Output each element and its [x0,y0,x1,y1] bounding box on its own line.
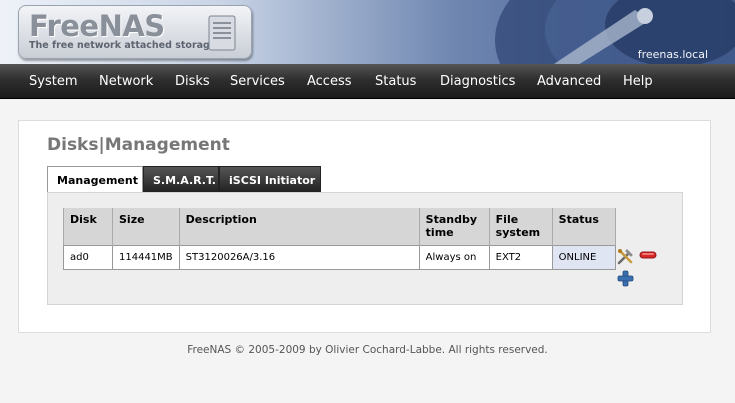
nav-diagnostics[interactable]: Diagnostics [440,74,515,89]
cell-filesystem: EXT2 [488,244,553,270]
nav-disks[interactable]: Disks [175,74,210,89]
content-panel: Disks|Management Management S.M.A.R.T. i… [18,120,711,333]
footer-copyright: FreeNAS © 2005-2009 by Olivier Cochard-L… [187,344,548,356]
logo-tagline: The free network attached storage [29,40,217,51]
tab-smart[interactable]: S.M.A.R.T. [143,166,219,193]
cell-status: ONLINE [551,244,616,270]
server-box-icon [208,15,236,51]
freenas-logo[interactable]: FreeNAS The free network attached storag… [18,5,252,59]
tab-iscsi-initiator[interactable]: iSCSI Initiator [219,166,321,193]
header-banner: FreeNAS The free network attached storag… [0,0,735,64]
col-standby-time: Standby time [419,208,490,245]
col-size: Size [112,208,180,245]
tab-management[interactable]: Management [47,166,143,193]
cell-size: 114441MB [112,244,180,270]
nav-network[interactable]: Network [99,74,153,89]
add-plus-icon[interactable] [617,270,634,287]
cell-standby: Always on [418,244,490,270]
disk-table: Disk Size Description Standby time File … [63,208,616,270]
col-status: Status [552,208,616,245]
col-disk: Disk [63,208,113,245]
cell-description: ST3120026A/3.16 [178,244,420,270]
nav-advanced[interactable]: Advanced [537,74,601,89]
hostname-label: freenas.local [637,48,708,61]
logo-title: FreeNAS [29,9,165,43]
page-title: Disks|Management [47,135,230,155]
edit-tools-icon[interactable] [617,248,634,265]
table-row[interactable]: ad0 114441MB ST3120026A/3.16 Always on E… [63,244,616,270]
nav-help[interactable]: Help [623,74,653,89]
main-nav: System Network Disks Services Access Sta… [0,64,735,99]
tab-panel: Disk Size Description Standby time File … [47,192,683,305]
col-file-system: File system [489,208,553,245]
nav-services[interactable]: Services [230,74,285,89]
cell-disk: ad0 [63,244,113,270]
nav-status[interactable]: Status [375,74,416,89]
nav-system[interactable]: System [29,74,77,89]
delete-minus-icon[interactable] [639,250,657,260]
col-description: Description [179,208,420,245]
nav-access[interactable]: Access [307,74,352,89]
table-header-row: Disk Size Description Standby time File … [63,208,616,245]
